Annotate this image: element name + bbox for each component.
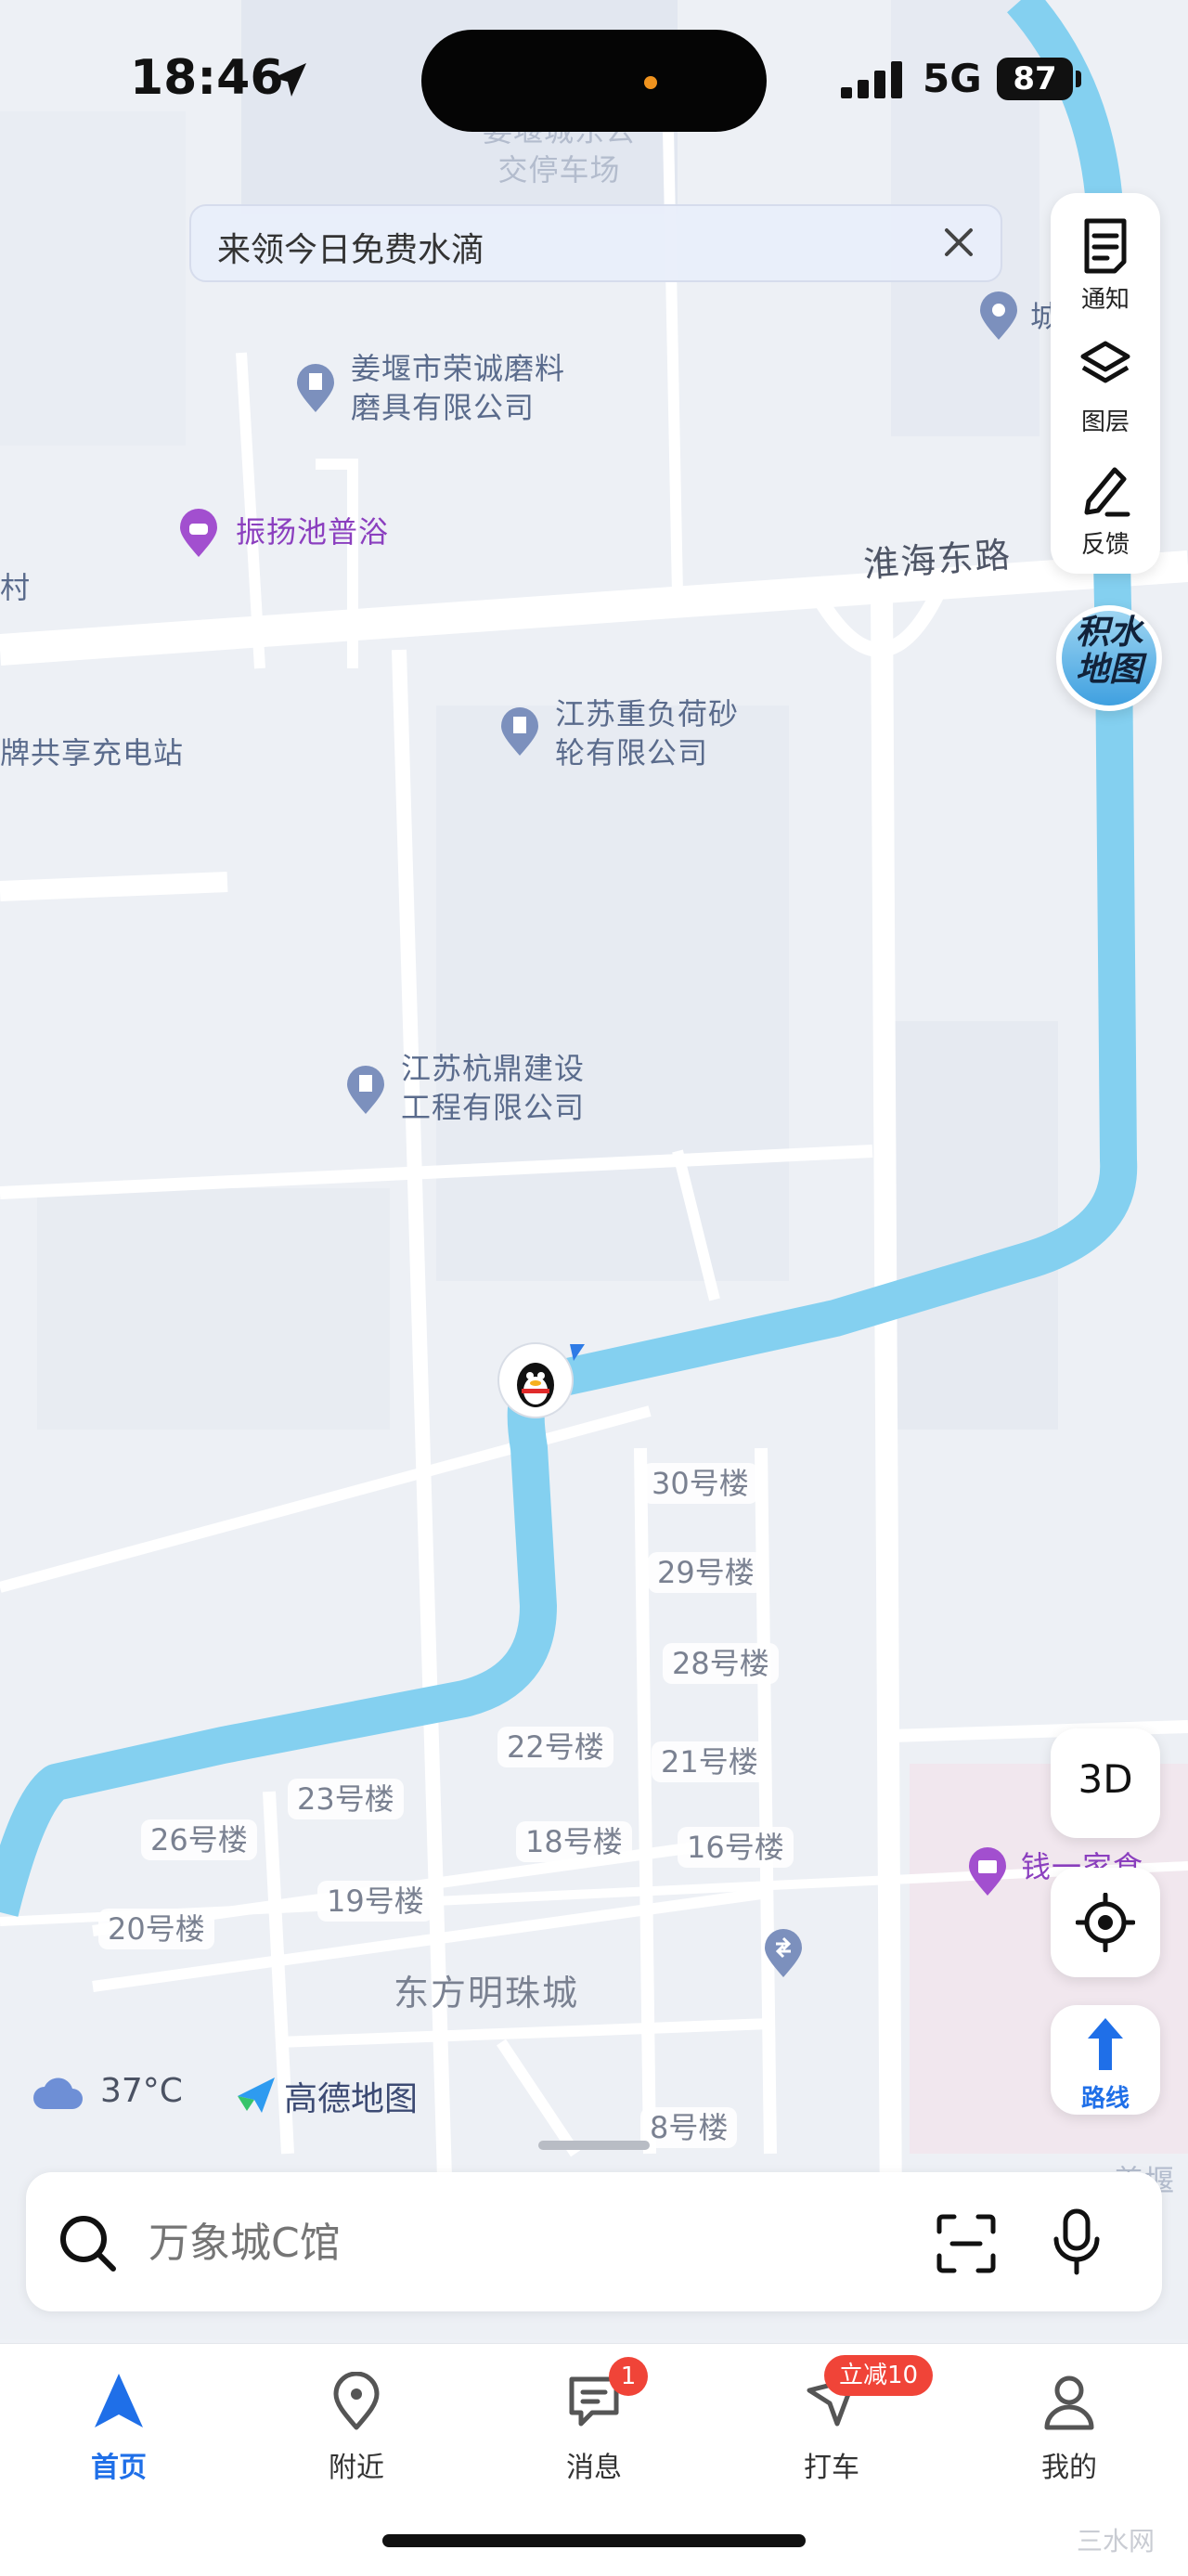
feedback-button[interactable]: 反馈	[1051, 447, 1160, 568]
network-type: 5G	[923, 56, 982, 101]
scan-icon[interactable]	[936, 2213, 997, 2274]
person-icon	[1044, 2375, 1094, 2430]
location-pin-icon	[333, 2372, 380, 2430]
layers-label: 图层	[1080, 408, 1130, 436]
building-label[interactable]: 28号楼	[663, 1643, 779, 1684]
banner-text[interactable]: 来领今日免费水滴	[217, 223, 484, 271]
tab-taxi-label: 打车	[804, 2452, 859, 2484]
cloud-icon	[33, 2078, 83, 2109]
map-canvas[interactable]	[0, 0, 1188, 2339]
tab-mine[interactable]: 我的	[995, 2344, 1143, 2492]
building-label[interactable]: 26号楼	[141, 1819, 257, 1860]
notify-button[interactable]: 通知	[1051, 202, 1160, 323]
poi-cun-label[interactable]: 村	[0, 568, 31, 607]
tab-nearby-label: 附近	[329, 2452, 384, 2484]
building-label[interactable]: 30号楼	[642, 1463, 758, 1504]
map-view[interactable]: 姜堰城东公 交停车场 姜堰市荣诚磨料 磨具有限公司 振扬池普浴 村 牌共享充电站…	[0, 0, 1188, 2339]
temperature-text: 37°C	[100, 2072, 183, 2110]
search-bar[interactable]	[26, 2172, 1162, 2311]
building-label[interactable]: 29号楼	[648, 1552, 764, 1593]
tab-home[interactable]: 首页	[45, 2344, 193, 2492]
building-label[interactable]: 22号楼	[497, 1727, 613, 1767]
poi-pin-icon[interactable]	[343, 1064, 388, 1116]
poi-zhenyang-label[interactable]: 振扬池普浴	[236, 512, 389, 551]
cellular-signal-icon	[841, 61, 902, 98]
3d-label: 3D	[1078, 1756, 1133, 1802]
close-icon[interactable]	[936, 219, 982, 265]
tab-nearby[interactable]: 附近	[282, 2344, 431, 2492]
bath-pin-icon[interactable]	[176, 507, 221, 559]
map-tools-panel: 通知 图层 反馈	[1051, 193, 1160, 574]
notify-label: 通知	[1080, 286, 1130, 314]
battery-icon: 87	[997, 58, 1073, 100]
poi-hangding-label[interactable]: 江苏杭鼎建设 工程有限公司	[401, 1049, 585, 1127]
search-input[interactable]	[147, 2209, 856, 2276]
layers-icon	[1080, 341, 1130, 383]
gaode-logo-text: 高德地图	[284, 2080, 419, 2118]
road-label-huaihai: 淮海东路	[861, 534, 1014, 586]
entrance-pin-icon[interactable]	[761, 1927, 806, 1979]
feedback-label: 反馈	[1080, 531, 1130, 559]
tab-home-label: 首页	[91, 2452, 147, 2484]
building-label[interactable]: 18号楼	[516, 1821, 632, 1862]
location-arrow-icon	[273, 63, 306, 97]
watermark-text: 三水网	[1077, 2526, 1156, 2557]
battery-tip	[1076, 71, 1081, 87]
building-label[interactable]: 20号楼	[98, 1909, 214, 1949]
navigation-arrow-icon	[95, 2374, 143, 2427]
waterlogging-map-button[interactable]: 积水 地图	[1056, 605, 1162, 711]
poi-zhongfu-label[interactable]: 江苏重负荷砂 轮有限公司	[555, 694, 739, 772]
water-drop-banner[interactable]: 来领今日免费水滴	[189, 204, 1002, 282]
building-label[interactable]: 8号楼	[640, 2107, 738, 2148]
message-badge: 1	[609, 2357, 648, 2396]
app-screen: 姜堰城东公 交停车场 姜堰市荣诚磨料 磨具有限公司 振扬池普浴 村 牌共享充电站…	[0, 0, 1188, 2576]
drag-handle[interactable]	[538, 2141, 650, 2150]
status-bar: 18:46 5G 87	[0, 0, 1188, 158]
status-time: 18:46	[130, 50, 284, 106]
user-location-marker[interactable]	[496, 1340, 585, 1420]
dynamic-island	[421, 30, 767, 132]
waterlogging-map-label: 积水 地图	[1075, 614, 1143, 689]
search-icon	[60, 2216, 116, 2272]
complex-label-dongfang[interactable]: 东方明珠城	[394, 1964, 579, 2015]
poi-pin-icon[interactable]	[976, 290, 1021, 342]
qq-penguin-avatar-icon	[497, 1342, 585, 1418]
building-label[interactable]: 21号楼	[652, 1741, 768, 1782]
feedback-pen-icon	[1084, 467, 1130, 517]
tab-taxi[interactable]: 立减10 打车	[757, 2344, 934, 2492]
poi-rongcheng-label[interactable]: 姜堰市荣诚磨料 磨具有限公司	[351, 349, 565, 427]
notice-document-icon	[1084, 218, 1127, 274]
layers-button[interactable]: 图层	[1051, 325, 1160, 446]
tab-messages[interactable]: 1 消息	[520, 2344, 668, 2492]
building-label[interactable]: 16号楼	[678, 1827, 794, 1868]
privacy-indicator-dot	[644, 76, 657, 89]
building-label[interactable]: 23号楼	[288, 1779, 404, 1819]
gaode-logo-icon	[238, 2078, 275, 2113]
route-arrow-icon	[1088, 2018, 1123, 2070]
locate-button[interactable]	[1051, 1868, 1160, 1977]
crosshair-locate-icon	[1076, 1893, 1135, 1952]
microphone-icon[interactable]	[1051, 2207, 1103, 2276]
home-indicator[interactable]	[382, 2534, 806, 2547]
tab-messages-label: 消息	[566, 2452, 622, 2484]
poi-charging-label[interactable]: 牌共享充电站	[0, 733, 184, 772]
tab-mine-label: 我的	[1041, 2452, 1097, 2484]
poi-pin-icon[interactable]	[497, 705, 542, 757]
route-button[interactable]: 路线	[1051, 2005, 1160, 2115]
taxi-promo-badge: 立减10	[824, 2355, 934, 2396]
route-label: 路线	[1080, 2085, 1130, 2113]
3d-button[interactable]: 3D	[1051, 1728, 1160, 1838]
poi-pin-icon[interactable]	[293, 362, 338, 414]
building-label[interactable]: 19号楼	[317, 1881, 433, 1922]
shop-pin-icon[interactable]	[965, 1845, 1010, 1897]
